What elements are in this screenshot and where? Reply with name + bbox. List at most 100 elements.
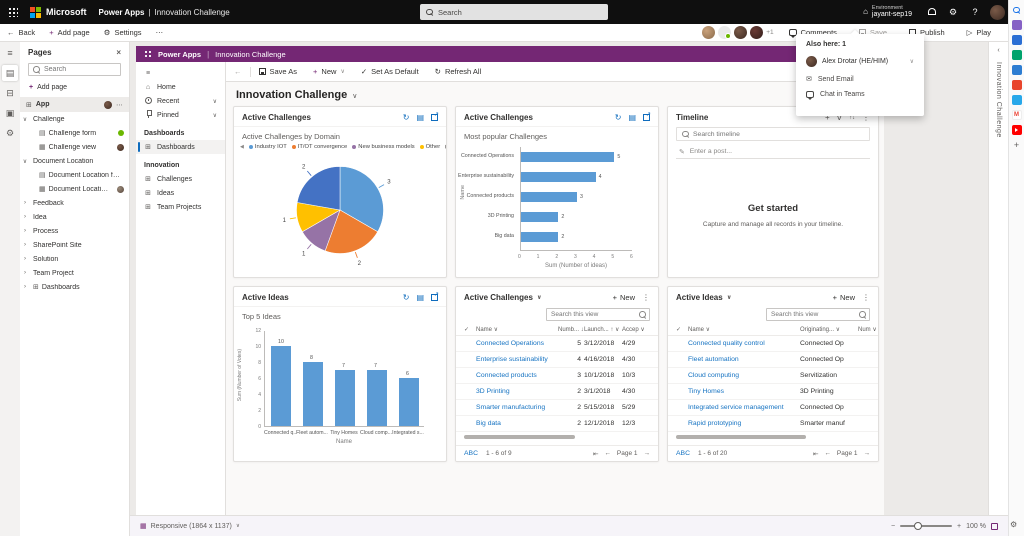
new-button[interactable]: +New∨ [305,62,353,82]
record-link[interactable]: Smarter manufacturing [476,404,558,411]
send-email-button[interactable]: ✉ Send Email [796,71,924,87]
select-all-checkbox[interactable]: ✓ [676,326,688,333]
presence-overflow-count[interactable]: +1 [766,29,773,36]
components-icon[interactable]: ▣ [2,105,18,121]
pages-tree-item[interactable]: ∨Challenge [20,112,129,126]
waffle-menu-button[interactable] [0,0,26,24]
app-nav-item-team-projects[interactable]: ⊞Team Projects [136,200,225,214]
column-header[interactable]: Num ∨ [858,326,876,333]
view-search-input[interactable] [551,311,639,318]
timeline-post-box[interactable]: ✎ Enter a post... [676,145,870,159]
table-row[interactable]: Smarter manufacturing25/15/20185/29 [456,400,658,416]
legend-scroll-right-icon[interactable]: ▶ [445,144,447,150]
copilot-icon[interactable] [1012,20,1022,30]
hbar-bar[interactable] [521,212,558,222]
right-panel-label[interactable]: Innovation Challenge [995,62,1002,138]
more-icon[interactable]: ⋯ [116,101,123,109]
environment-picker[interactable]: ⌂ Environment jayant-sep19 [855,5,920,19]
mail-icon[interactable]: M [1012,110,1022,120]
expand-icon[interactable] [431,294,438,301]
pages-tree-item[interactable]: ▤Challenge form [20,126,129,140]
more-icon[interactable]: ⋮ [862,293,870,302]
sidebar-search-icon[interactable] [1012,5,1022,15]
view-records-icon[interactable]: ▤ [416,113,424,122]
pages-tree-item[interactable]: ▦Challenge view [20,140,129,154]
table-new-button[interactable]: +New [613,293,635,302]
select-all-checkbox[interactable]: ✓ [464,326,476,333]
pages-tree-item[interactable]: ▦Document Location view [20,182,129,196]
record-link[interactable]: Connected quality control [688,340,800,347]
more-commands-button[interactable]: ⋯ [149,24,171,42]
view-search-box[interactable] [766,308,870,321]
column-header[interactable]: Launch... ↑ ∨ [584,326,622,333]
table-row[interactable]: Big data212/1/201812/3 [456,416,658,432]
timeline-search-input[interactable] [693,131,864,138]
collapse-chevron-icon[interactable]: ‹ [997,47,999,54]
pages-tree-item[interactable]: ›Idea [20,210,129,224]
table-title[interactable]: Active Challenges∨ [464,293,542,302]
zoom-slider[interactable] [900,525,952,527]
jump-bar-toggle[interactable]: ABC [676,450,690,457]
zoom-out-button[interactable]: − [891,523,895,530]
view-search-input[interactable] [771,311,859,318]
app-nav-item-home[interactable]: ⌂Home [136,80,225,94]
app-icon-3[interactable] [1012,65,1022,75]
pages-tree-item[interactable]: ›SharePoint Site [20,238,129,252]
app-nav-item-pinned[interactable]: Pinned∨ [136,108,225,122]
prev-page-icon[interactable]: ← [604,450,611,457]
record-link[interactable]: Enterprise sustainability [476,356,558,363]
app-icon-2[interactable] [1012,50,1022,60]
app-nav-item-ideas[interactable]: ⊞Ideas [136,186,225,200]
expand-icon[interactable] [643,114,650,121]
record-link[interactable]: Fleet automation [688,356,800,363]
hbar-bar[interactable] [521,152,614,162]
pages-tree-item[interactable]: ∨Document Location [20,154,129,168]
set-as-default-button[interactable]: ✓Set As Default [353,62,427,82]
pages-search-box[interactable] [28,63,121,76]
refresh-icon[interactable]: ↻ [615,113,622,122]
refresh-all-button[interactable]: ↻Refresh All [427,62,490,82]
refresh-icon[interactable]: ↻ [403,293,410,302]
prev-page-icon[interactable]: ← [824,450,831,457]
pages-tree-item[interactable]: ›Team Project [20,266,129,280]
data-icon[interactable]: ⊟ [2,85,18,101]
hbar-bar[interactable] [521,192,577,202]
app-icon-5[interactable] [1012,95,1022,105]
app-nav-collapse-button[interactable]: ≡ [136,66,225,80]
vbar-bar[interactable] [335,370,355,426]
vbar-bar[interactable] [303,362,323,426]
horizontal-scrollbar[interactable] [676,435,806,439]
hbar-bar[interactable] [521,232,558,242]
tree-view-pages-icon[interactable]: ▤ [2,65,18,81]
table-row[interactable]: Connected products310/1/201810/3 [456,368,658,384]
account-button[interactable] [986,0,1008,24]
record-link[interactable]: Cloud computing [688,372,800,379]
help-button[interactable]: ? [964,0,986,24]
pages-tree-item[interactable]: ›⊞Dashboards [20,280,129,294]
column-header[interactable]: Name ∨ [476,326,558,333]
pages-add-page-button[interactable]: + Add page [20,78,129,97]
back-button[interactable]: ←Back [0,24,42,42]
record-link[interactable]: Connected Operations [476,340,558,347]
pie-slice[interactable] [297,167,340,210]
menu-icon[interactable]: ≡ [2,45,18,61]
view-search-box[interactable] [546,308,650,321]
youtube-icon[interactable] [1012,125,1022,135]
vbar-bar[interactable] [367,370,387,426]
presence-avatars[interactable]: +1 [702,26,773,39]
first-page-icon[interactable]: ⇤ [593,450,598,458]
table-row[interactable]: Connected Operations53/12/20184/29 [456,336,658,352]
canvas-size-label[interactable]: Responsive (1864 x 1137) [151,523,232,530]
dashboard-title-row[interactable]: Innovation Challenge ∨ [226,82,884,101]
app-nav-item-recent[interactable]: Recent∨ [136,94,225,108]
jump-bar-toggle[interactable]: ABC [464,450,478,457]
table-row[interactable]: Enterprise sustainability44/16/20184/30 [456,352,658,368]
app-icon-4[interactable] [1012,80,1022,90]
zoom-slider-thumb[interactable] [914,522,922,530]
table-row[interactable]: Tiny Homes3D Printing [668,384,878,400]
view-records-icon[interactable]: ▤ [628,113,636,122]
record-link[interactable]: 3D Printing [476,388,558,395]
close-icon[interactable]: × [116,48,121,57]
record-link[interactable]: Connected products [476,372,558,379]
column-header[interactable]: Accep ∨ [622,326,650,333]
